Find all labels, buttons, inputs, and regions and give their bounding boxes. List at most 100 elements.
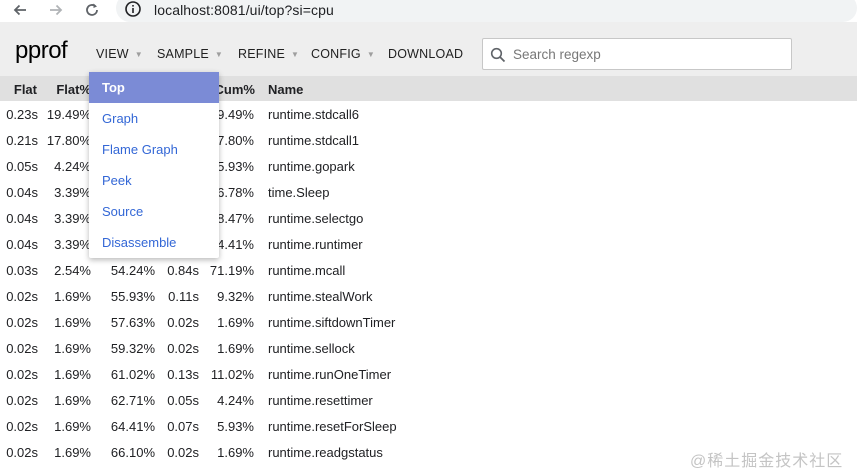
col-header-cum-pct[interactable]: Cum% [215, 82, 255, 97]
caret-down-icon: ▼ [134, 49, 143, 59]
caret-down-icon: ▼ [291, 49, 300, 59]
cell-cum: 0.84s [167, 263, 199, 278]
cell-cum-pct: 1.69% [217, 341, 254, 356]
cell-sum-pct: 66.10% [110, 445, 155, 460]
cell-name: runtime.mcall [268, 263, 346, 278]
cell-sum-pct: 55.93% [110, 289, 155, 304]
view-menu-item-top[interactable]: Top [89, 72, 219, 103]
sample-menu-button[interactable]: SAMPLE ▼ [157, 47, 223, 61]
download-button[interactable]: DOWNLOAD [388, 47, 463, 61]
cell-sum-pct: 62.71% [110, 393, 155, 408]
cell-cum: 0.07s [167, 419, 199, 434]
cell-cum-pct: 9.32% [217, 289, 254, 304]
col-header-name[interactable]: Name [268, 82, 303, 97]
table-row[interactable]: 0.02s 1.69% 55.93% 0.11s 9.32% runtime.stealW… [0, 283, 857, 309]
cell-flat: 0.03s [6, 263, 38, 278]
cell-flat-pct: 4.24% [54, 159, 91, 174]
cell-flat: 0.02s [6, 445, 38, 460]
cell-name: runtime.stdcall6 [268, 107, 360, 122]
view-menu-item-graph[interactable]: Graph [89, 103, 219, 134]
view-dropdown-menu: Top Graph Flame Graph Peek Source Disassemble [89, 72, 219, 258]
cell-flat-pct: 1.69% [54, 315, 91, 330]
cell-sum-pct: 59.32% [110, 341, 155, 356]
reload-icon[interactable] [82, 0, 102, 20]
search-box [482, 38, 792, 70]
cell-cum-pct: 9.49% [217, 107, 254, 122]
table-row[interactable]: 0.02s 1.69% 62.71% 0.05s 4.24% runtime.resett… [0, 387, 857, 413]
pprof-header: pprof VIEW ▼ SAMPLE ▼ REFINE ▼ CONFIG ▼ … [0, 22, 857, 76]
table-row[interactable]: 0.02s 1.69% 59.32% 0.02s 1.69% runtime.selloc… [0, 335, 857, 361]
cell-name: time.Sleep [268, 185, 330, 200]
cell-flat-pct: 2.54% [54, 263, 91, 278]
cell-flat: 0.02s [6, 289, 38, 304]
view-menu-item-peek[interactable]: Peek [89, 165, 219, 196]
view-menu-item-disassemble[interactable]: Disassemble [89, 227, 219, 258]
col-header-flat[interactable]: Flat [14, 82, 37, 97]
table-row[interactable]: 0.02s 1.69% 64.41% 0.07s 5.93% runtime.resetF… [0, 413, 857, 439]
cell-cum-pct: 5.93% [217, 419, 254, 434]
caret-down-icon: ▼ [366, 49, 375, 59]
cell-flat-pct: 1.69% [54, 289, 91, 304]
forward-arrow-icon[interactable] [46, 0, 66, 20]
view-menu-button[interactable]: VIEW ▼ [96, 47, 143, 61]
table-row[interactable]: 0.02s 1.69% 61.02% 0.13s 11.02% runtime.runOn… [0, 361, 857, 387]
view-menu-item-flame-graph[interactable]: Flame Graph [89, 134, 219, 165]
sample-menu-label: SAMPLE [157, 47, 209, 61]
config-menu-button[interactable]: CONFIG ▼ [311, 47, 375, 61]
cell-flat: 0.21s [6, 133, 38, 148]
cell-cum-pct: 11.02% [210, 367, 254, 382]
cell-flat: 0.02s [6, 341, 38, 356]
cell-cum-pct: 7.80% [217, 133, 254, 148]
view-menu-label: VIEW [96, 47, 129, 61]
cell-flat: 0.04s [6, 185, 38, 200]
search-input[interactable] [511, 44, 781, 64]
cell-name: runtime.resettimer [268, 393, 373, 408]
cell-flat: 0.02s [6, 393, 38, 408]
caret-down-icon: ▼ [214, 49, 224, 59]
cell-cum-pct: 5.93% [217, 159, 254, 174]
cell-sum-pct: 61.02% [110, 367, 155, 382]
cell-cum: 0.05s [167, 393, 199, 408]
address-bar[interactable]: localhost:8081/ui/top?si=cpu [116, 0, 857, 22]
cell-sum-pct: 54.24% [110, 263, 155, 278]
cell-cum: 0.02s [167, 341, 199, 356]
cell-flat-pct: 3.39% [54, 211, 91, 226]
cell-name: runtime.siftdownTimer [268, 315, 396, 330]
back-arrow-icon[interactable] [10, 0, 30, 20]
cell-cum-pct: 1.69% [217, 445, 254, 460]
cell-flat: 0.02s [6, 367, 38, 382]
search-icon [490, 47, 506, 63]
view-menu-item-source[interactable]: Source [89, 196, 219, 227]
cell-name: runtime.runtimer [268, 237, 363, 252]
cell-cum-pct: 4.41% [217, 237, 254, 252]
cell-flat-pct: 1.69% [54, 445, 91, 460]
cell-name: runtime.sellock [268, 341, 355, 356]
col-header-flat-pct[interactable]: Flat% [56, 82, 91, 97]
cell-name: runtime.readgstatus [268, 445, 383, 460]
cell-flat-pct: 3.39% [54, 237, 91, 252]
cell-flat: 0.05s [6, 159, 38, 174]
cell-cum-pct: 71.19% [209, 263, 254, 278]
cell-flat: 0.04s [6, 211, 38, 226]
cell-flat-pct: 1.69% [54, 367, 91, 382]
refine-menu-button[interactable]: REFINE ▼ [238, 47, 299, 61]
site-info-icon[interactable] [124, 0, 142, 18]
cell-flat-pct: 1.69% [54, 341, 91, 356]
cell-name: runtime.resetForSleep [268, 419, 397, 434]
cell-name: runtime.runOneTimer [268, 367, 392, 382]
cell-cum-pct: 6.78% [217, 185, 254, 200]
cell-cum-pct: 1.69% [217, 315, 254, 330]
table-row[interactable]: 0.03s 2.54% 54.24% 0.84s 71.19% runtime.mcall [0, 257, 857, 283]
url-text: localhost:8081/ui/top?si=cpu [154, 2, 334, 18]
cell-cum-pct: 8.47% [217, 211, 254, 226]
watermark: @稀土掘金技术社区 [690, 453, 844, 470]
cell-cum: 0.02s [167, 315, 199, 330]
browser-toolbar: localhost:8081/ui/top?si=cpu [0, 0, 857, 22]
cell-name: runtime.stealWork [268, 289, 373, 304]
cell-flat-pct: 1.69% [54, 393, 91, 408]
cell-flat: 0.04s [6, 237, 38, 252]
cell-flat: 0.23s [6, 107, 38, 122]
cell-flat: 0.02s [6, 419, 38, 434]
table-row[interactable]: 0.02s 1.69% 57.63% 0.02s 1.69% runtime.siftdo… [0, 309, 857, 335]
cell-flat-pct: 19.49% [46, 107, 91, 122]
